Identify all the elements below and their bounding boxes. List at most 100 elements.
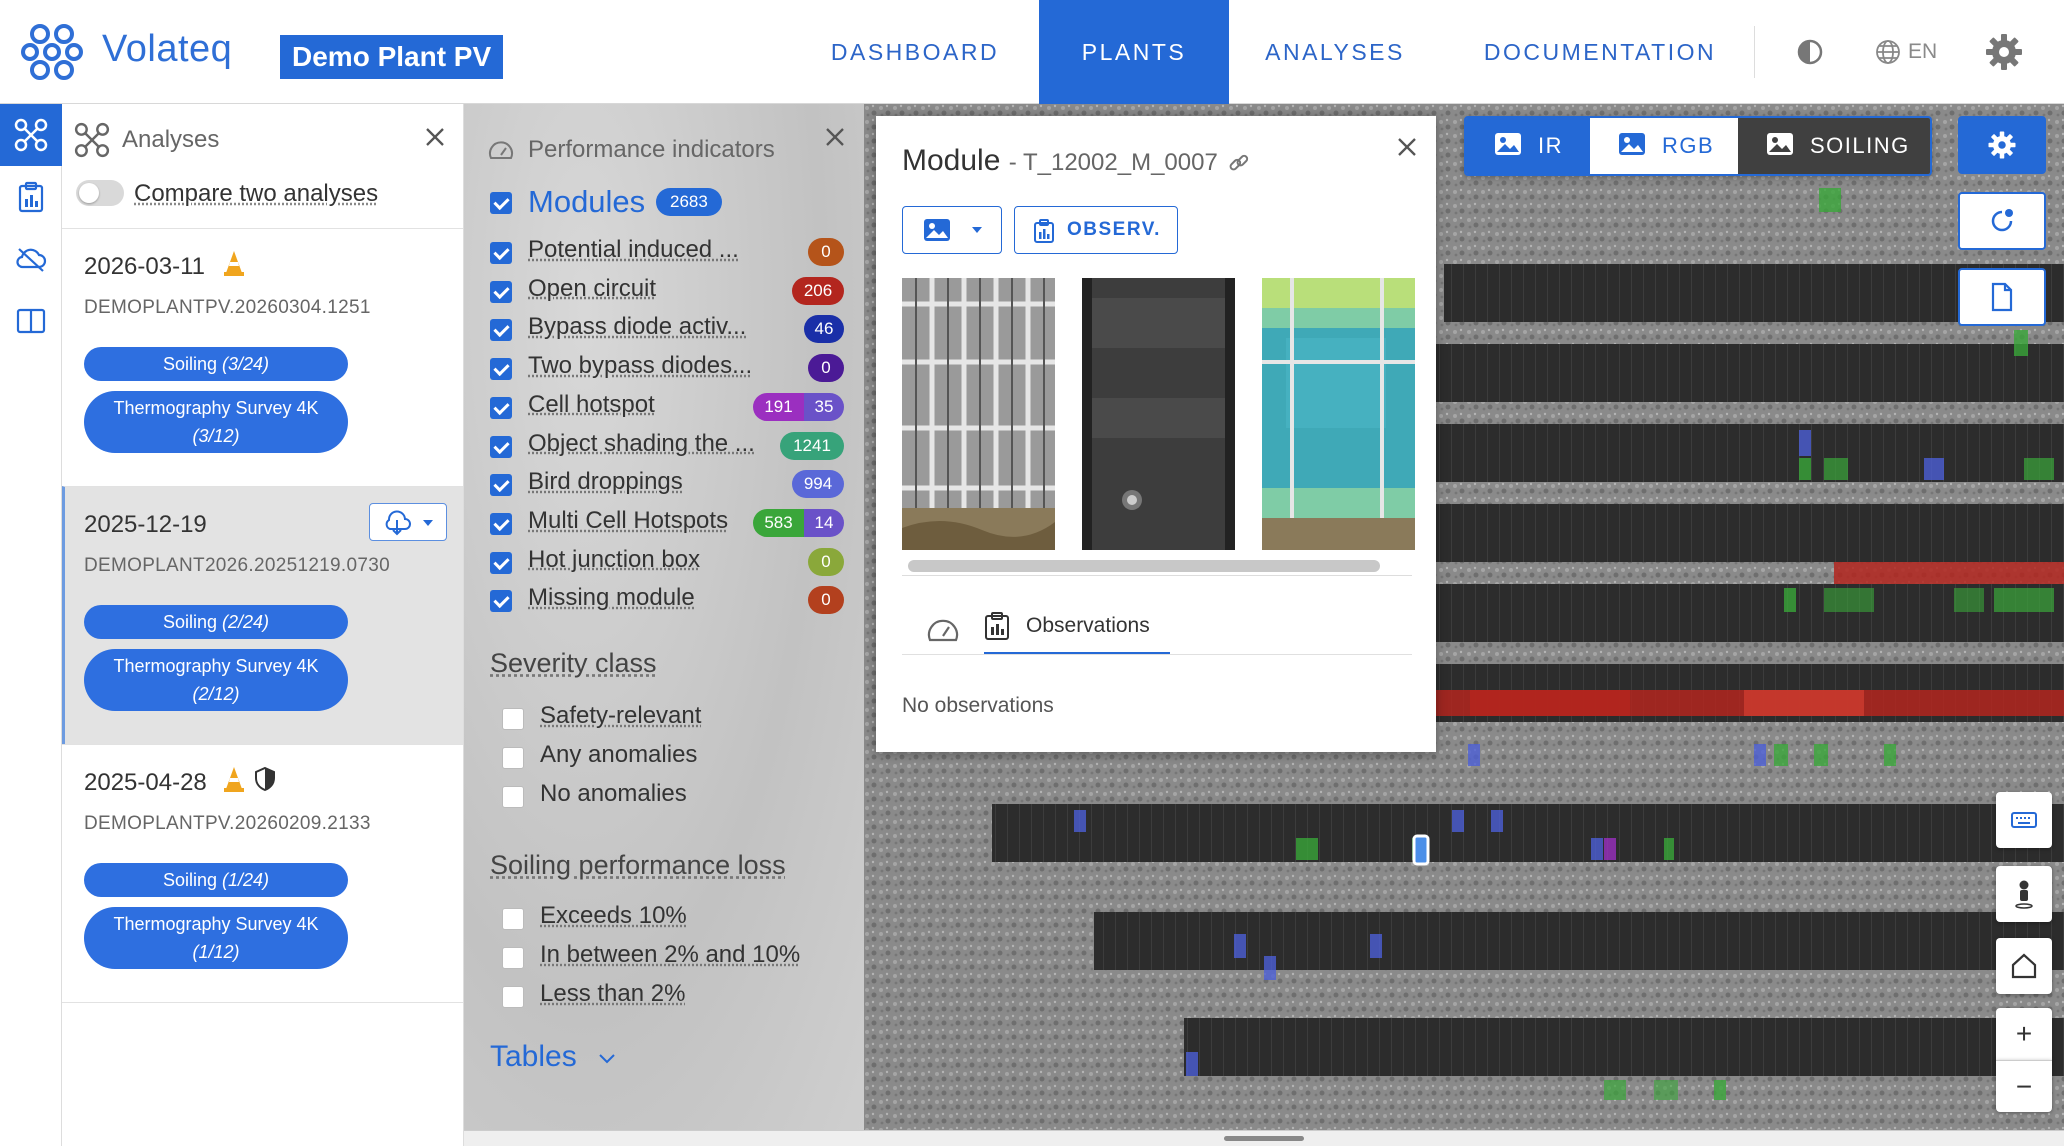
- analysis-item[interactable]: 2025-04-28 DEMOPLANTPV.20260209.2133 Soi…: [62, 744, 463, 1002]
- indicator-label[interactable]: Multi Cell Hotspots: [528, 507, 740, 535]
- nav-analyses[interactable]: ANALYSES: [1240, 0, 1430, 104]
- severity-class-title[interactable]: Severity class: [490, 648, 657, 679]
- analysis-item[interactable]: 2026-03-11 DEMOPLANTPV.20260304.1251 Soi…: [62, 228, 463, 486]
- indicator-row[interactable]: Hot junction box 0: [464, 544, 864, 582]
- indicator-row[interactable]: Bird droppings 994: [464, 466, 864, 504]
- tab-observations[interactable]: Observations: [984, 600, 1170, 654]
- indicator-label[interactable]: Cell hotspot: [528, 391, 740, 419]
- indicator-checkbox[interactable]: [490, 551, 512, 574]
- indicator-checkbox[interactable]: [490, 242, 512, 264]
- indicator-row[interactable]: Potential induced ... 0: [464, 234, 864, 272]
- thermography-pill[interactable]: Thermography Survey 4K (1/12): [84, 907, 348, 969]
- indicator-label[interactable]: Two bypass diodes...: [528, 352, 760, 380]
- indicator-checkbox[interactable]: [490, 474, 512, 497]
- filter-option-label[interactable]: Exceeds 10%: [540, 902, 687, 930]
- map-refresh-button[interactable]: [1958, 192, 2046, 250]
- indicator-checkbox[interactable]: [490, 396, 512, 419]
- indicator-checkbox[interactable]: [490, 512, 512, 535]
- keyboard-shortcuts-button[interactable]: [1996, 792, 2052, 848]
- close-icon[interactable]: [420, 122, 450, 152]
- image-select-button[interactable]: [902, 206, 1002, 254]
- rail-cloud-button[interactable]: [0, 228, 62, 290]
- street-view-button[interactable]: [1996, 866, 2052, 922]
- nav-dashboard[interactable]: DASHBOARD: [820, 0, 1010, 104]
- filter-checkbox[interactable]: [502, 986, 524, 1008]
- selected-module-marker[interactable]: [1412, 834, 1430, 866]
- filter-checkbox[interactable]: [502, 708, 524, 730]
- filter-option[interactable]: Less than 2%: [464, 978, 864, 1014]
- filter-option-label[interactable]: No anomalies: [540, 780, 687, 808]
- close-icon[interactable]: [820, 122, 850, 152]
- nav-plants[interactable]: PLANTS: [1039, 0, 1229, 104]
- indicator-row[interactable]: Two bypass diodes... 0: [464, 350, 864, 388]
- soiling-pill[interactable]: Soiling (1/24): [84, 863, 348, 897]
- filter-option[interactable]: Any anomalies: [464, 739, 864, 775]
- filter-option[interactable]: No anomalies: [464, 778, 864, 814]
- home-view-button[interactable]: [1996, 938, 2052, 994]
- modules-label[interactable]: Modules: [528, 184, 645, 220]
- thermography-pill[interactable]: Thermography Survey 4K (2/12): [84, 649, 348, 711]
- filter-option-label[interactable]: Any anomalies: [540, 741, 697, 769]
- rail-analyses-button[interactable]: [0, 104, 62, 166]
- indicator-checkbox[interactable]: [490, 435, 512, 458]
- zoom-out-button[interactable]: −: [1996, 1060, 2052, 1112]
- soiling-pill[interactable]: Soiling (2/24): [84, 605, 348, 639]
- filter-checkbox[interactable]: [502, 786, 524, 808]
- tables-expander[interactable]: Tables: [490, 1040, 617, 1074]
- contrast-icon[interactable]: [1796, 38, 1824, 66]
- modules-checkbox[interactable]: [490, 192, 512, 214]
- rgb-module-image[interactable]: [902, 278, 1055, 550]
- brand-name[interactable]: Volateq: [102, 28, 232, 71]
- indicator-label[interactable]: Missing module: [528, 584, 760, 612]
- ir-module-image[interactable]: [1082, 278, 1235, 550]
- thermography-pill[interactable]: Thermography Survey 4K (3/12): [84, 391, 348, 453]
- indicator-checkbox[interactable]: [490, 280, 512, 303]
- soiling-pill[interactable]: Soiling (3/24): [84, 347, 348, 381]
- image-scrollbar-thumb[interactable]: [908, 560, 1380, 572]
- layer-rgb-button[interactable]: RGB: [1590, 118, 1738, 174]
- indicator-checkbox[interactable]: [490, 358, 512, 381]
- drawer-handle[interactable]: [1224, 1136, 1304, 1141]
- indicator-row[interactable]: Missing module 0: [464, 582, 864, 620]
- indicator-row[interactable]: Object shading the ... 1241: [464, 428, 864, 466]
- nav-documentation[interactable]: DOCUMENTATION: [1480, 0, 1720, 104]
- indicator-label[interactable]: Bypass diode activ...: [528, 313, 760, 341]
- compare-toggle-label[interactable]: Compare two analyses: [134, 180, 378, 208]
- layer-ir-button[interactable]: IR: [1466, 118, 1590, 174]
- soiling-module-image[interactable]: [1262, 278, 1415, 550]
- indicator-label[interactable]: Potential induced ...: [528, 236, 760, 264]
- indicator-label[interactable]: Bird droppings: [528, 468, 760, 496]
- analysis-item-selected[interactable]: 2025-12-19 DEMOPLANT2026.20251219.0730 S…: [62, 486, 463, 744]
- indicator-row[interactable]: Cell hotspot 191 35: [464, 389, 864, 427]
- download-dropdown-button[interactable]: [369, 503, 447, 541]
- zoom-in-button[interactable]: +: [1996, 1008, 2052, 1060]
- filter-checkbox[interactable]: [502, 947, 524, 969]
- map-settings-button[interactable]: [1958, 116, 2046, 174]
- indicator-row[interactable]: Open circuit 206: [464, 273, 864, 311]
- observations-button[interactable]: OBSERV.: [1014, 206, 1178, 254]
- bottom-drawer-strip[interactable]: [464, 1130, 2064, 1146]
- filter-checkbox[interactable]: [502, 908, 524, 930]
- gauge-icon[interactable]: [926, 614, 960, 648]
- indicator-row[interactable]: Bypass diode activ... 46: [464, 311, 864, 349]
- map-document-button[interactable]: [1958, 268, 2046, 326]
- filter-option[interactable]: Safety-relevant: [464, 700, 864, 736]
- indicator-label[interactable]: Object shading the ...: [528, 430, 760, 458]
- soiling-loss-title[interactable]: Soiling performance loss: [490, 850, 786, 881]
- image-scrollbar[interactable]: [902, 560, 1412, 576]
- gear-icon[interactable]: [1984, 32, 2024, 72]
- filter-option-label[interactable]: In between 2% and 10%: [540, 941, 800, 969]
- close-icon[interactable]: [1392, 132, 1422, 162]
- indicator-checkbox[interactable]: [490, 319, 512, 342]
- language-selector[interactable]: EN: [1874, 36, 1937, 68]
- filter-option[interactable]: In between 2% and 10%: [464, 939, 864, 975]
- layer-soiling-button[interactable]: SOILING: [1738, 118, 1930, 174]
- filter-option-label[interactable]: Safety-relevant: [540, 702, 701, 730]
- filter-option[interactable]: Exceeds 10%: [464, 900, 864, 936]
- link-icon[interactable]: [1228, 152, 1250, 174]
- indicator-row[interactable]: Multi Cell Hotspots 583 14: [464, 505, 864, 543]
- indicator-checkbox[interactable]: [490, 590, 512, 613]
- filter-checkbox[interactable]: [502, 747, 524, 769]
- rail-report-button[interactable]: [0, 166, 62, 228]
- indicator-label[interactable]: Open circuit: [528, 275, 760, 303]
